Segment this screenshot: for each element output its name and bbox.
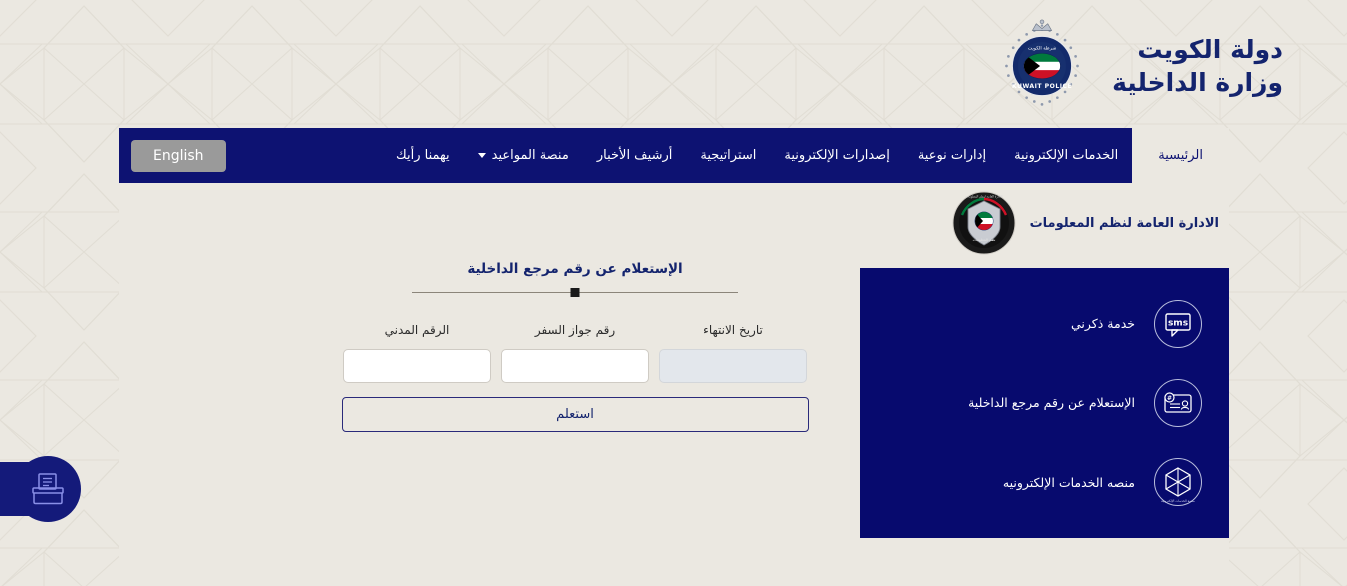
- field-label: تاريخ الانتهاء: [703, 323, 763, 337]
- field-passport-number: رقم جواز السفر: [501, 323, 649, 383]
- title-divider: [412, 288, 738, 297]
- nav-item-home[interactable]: الرئيسية: [1132, 128, 1229, 183]
- nav-item-news-archive[interactable]: أرشيف الأخبار: [583, 128, 687, 183]
- language-toggle-button[interactable]: English: [131, 139, 226, 172]
- nav-item-strategy[interactable]: استراتيجية: [686, 128, 770, 183]
- sms-reminder-icon: sms: [1154, 299, 1202, 348]
- information-systems-emblem: نظم المعلومات الادارة العامة لنظم المعلو…: [952, 191, 1016, 255]
- field-label: رقم جواز السفر: [534, 323, 616, 337]
- field-expiry-date: تاريخ الانتهاء: [659, 323, 807, 383]
- submit-inquiry-button[interactable]: استعلم: [341, 397, 809, 432]
- nav-item-specialized-departments[interactable]: إدارات نوعية: [904, 128, 1000, 183]
- brand-block: دولة الكويت وزارة الداخلية KUWAIT POLICE…: [994, 18, 1283, 114]
- service-item-reference-inquiry[interactable]: # الإستعلام عن رقم مرجع الداخلية: [876, 378, 1203, 428]
- department-title: الادارة العامة لنظم المعلومات: [1029, 215, 1219, 231]
- form-field-row: تاريخ الانتهاء رقم جواز السفر الرقم المد…: [325, 323, 825, 383]
- nav-item-label: يهمنا رأيك: [396, 148, 450, 163]
- nav-item-publications[interactable]: إصدارات الإلكترونية: [770, 128, 903, 183]
- svg-text:الادارة العامة لنظم المعلومات: الادارة العامة لنظم المعلومات: [965, 195, 1002, 199]
- eservices-platform-icon: منصة الخدمات الإلكترونية: [1154, 458, 1202, 507]
- nav-item-label: إدارات نوعية: [917, 148, 987, 163]
- nav-item-label: استراتيجية: [700, 148, 757, 163]
- site-header: دولة الكويت وزارة الداخلية KUWAIT POLICE…: [0, 0, 1347, 128]
- inquiry-form-panel: الإستعلام عن رقم مرجع الداخلية تاريخ الا…: [325, 261, 825, 432]
- nav-item-appointments-platform[interactable]: منصة المواعيد: [464, 128, 583, 183]
- content-area: الادارة العامة لنظم المعلومات نظم المعلو…: [119, 183, 1229, 586]
- field-label: الرقم المدني: [384, 323, 450, 337]
- brand-text: دولة الكويت وزارة الداخلية: [1112, 33, 1283, 99]
- svg-text:شرطة الكويت: شرطة الكويت: [1028, 46, 1056, 52]
- expiry-date-input[interactable]: [659, 349, 807, 383]
- passport-number-input[interactable]: [501, 349, 649, 383]
- main-navigation[interactable]: الرئيسية الخدمات الإلكترونية إدارات نوعي…: [119, 128, 1229, 183]
- brand-country-line: دولة الكويت: [1137, 35, 1283, 64]
- service-item-eservices-platform[interactable]: منصة الخدمات الإلكترونية منصه الخدمات ال…: [876, 457, 1203, 507]
- civil-id-input[interactable]: [343, 349, 491, 383]
- nav-item-eservices[interactable]: الخدمات الإلكترونية: [1000, 128, 1132, 183]
- ballot-box-icon: [32, 473, 64, 505]
- svg-text:sms: sms: [1168, 318, 1188, 328]
- divider-knob: [570, 288, 580, 297]
- nav-item-feedback[interactable]: يهمنا رأيك: [382, 128, 464, 183]
- department-header: الادارة العامة لنظم المعلومات نظم المعلو…: [952, 183, 1229, 255]
- form-title: الإستعلام عن رقم مرجع الداخلية: [467, 261, 683, 277]
- chevron-down-icon: [477, 152, 486, 158]
- nav-item-label: الخدمات الإلكترونية: [1014, 148, 1119, 163]
- svg-text:#: #: [1167, 395, 1172, 402]
- svg-text:KUWAIT POLICE: KUWAIT POLICE: [1012, 83, 1072, 90]
- reference-inquiry-icon: #: [1154, 378, 1202, 427]
- service-item-sms-reminder[interactable]: sms خدمة ذكرني: [876, 299, 1203, 349]
- service-label: الإستعلام عن رقم مرجع الداخلية: [968, 395, 1135, 411]
- brand-ministry-line: وزارة الداخلية: [1112, 68, 1283, 97]
- service-label: خدمة ذكرني: [1071, 316, 1135, 332]
- svg-text:نظم المعلومات: نظم المعلومات: [972, 238, 995, 242]
- nav-item-label: أرشيف الأخبار: [596, 148, 673, 163]
- services-panel: sms خدمة ذكرني # الإستعلام عن رقم مرجع ا…: [860, 268, 1229, 538]
- page-root: دولة الكويت وزارة الداخلية KUWAIT POLICE…: [0, 0, 1347, 586]
- nav-item-label: الرئيسية: [1158, 148, 1203, 163]
- nav-item-label: منصة المواعيد: [491, 148, 569, 163]
- kuwait-police-emblem: KUWAIT POLICE شرطة الكويت: [1005, 19, 1079, 106]
- suggestion-box-button[interactable]: [15, 456, 81, 522]
- nav-item-label: إصدارات الإلكترونية: [784, 148, 890, 163]
- service-label: منصه الخدمات الإلكترونيه: [1002, 474, 1135, 490]
- field-civil-id: الرقم المدني: [343, 323, 491, 383]
- svg-text:منصة الخدمات الإلكترونية: منصة الخدمات الإلكترونية: [1161, 499, 1195, 504]
